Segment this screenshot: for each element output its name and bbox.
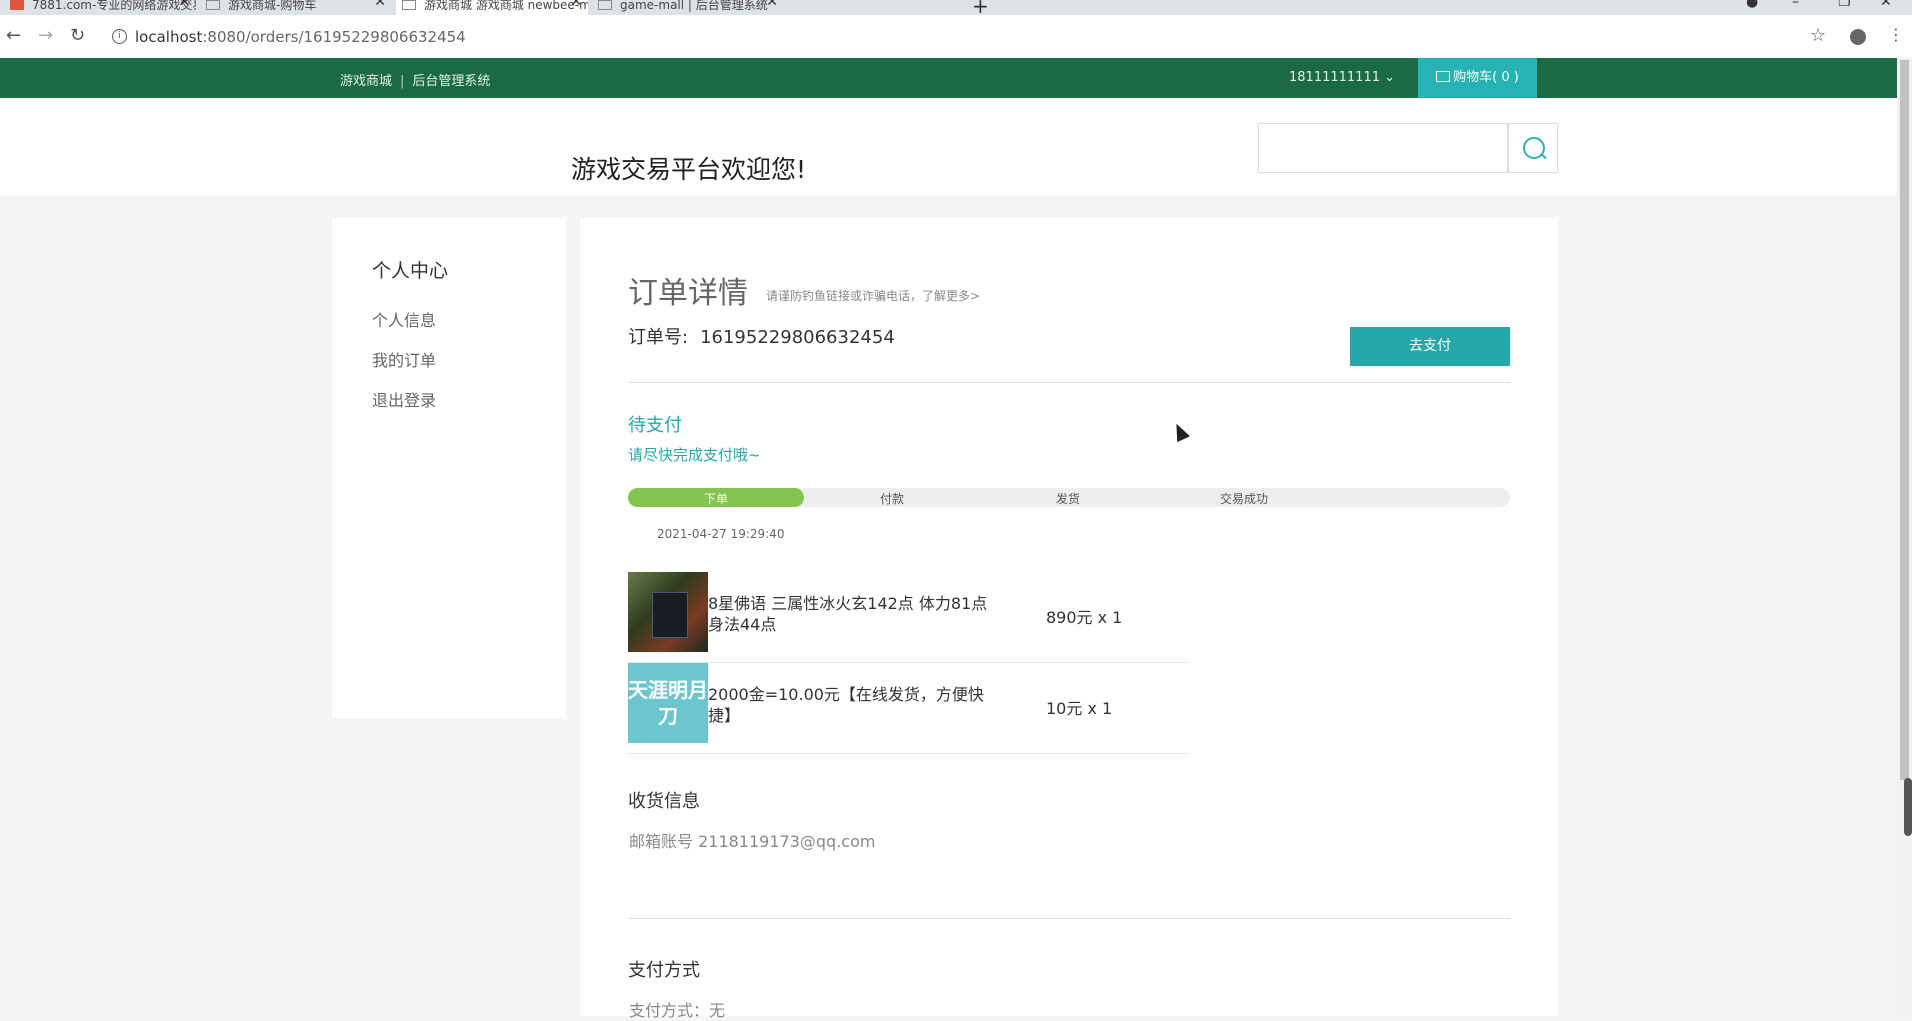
close-tab-icon[interactable]: ✕ bbox=[374, 0, 386, 9]
progress-step-paid: 付款 bbox=[879, 492, 904, 506]
search-icon-handle bbox=[1540, 152, 1547, 160]
url-host: localhost bbox=[135, 28, 203, 46]
order-status-tip: 请尽快完成支付哦~ bbox=[628, 446, 761, 464]
site-topnav: 游戏商城 | 后台管理系统 18111111111 ⌄ 购物车( 0 ) bbox=[0, 58, 1897, 98]
nav-link-mall[interactable]: 游戏商城 bbox=[340, 74, 392, 89]
bookmark-star-icon[interactable]: ☆ bbox=[1810, 25, 1826, 46]
browser-tab[interactable]: 游戏商城-购物车 ✕ bbox=[206, 0, 392, 15]
browser-tab[interactable]: 7881.com-专业的网络游戏交易 ✕ bbox=[10, 0, 196, 15]
reload-icon[interactable]: ↻ bbox=[70, 25, 85, 46]
game-screenshot-art bbox=[652, 592, 688, 638]
progress-step-complete: 交易成功 bbox=[1219, 492, 1268, 506]
user-center-sidebar: 个人中心 个人信息 我的订单 退出登录 bbox=[332, 218, 566, 718]
order-item-row: 8星佛语 三属性冰火玄142点 体力81点 身法44点 890元 x 1 bbox=[628, 572, 1188, 663]
user-account-menu[interactable]: 18111111111 ⌄ bbox=[1289, 70, 1395, 85]
browser-tab-active[interactable]: 游戏商城 游戏商城 newbee-ma ✕ bbox=[396, 0, 588, 15]
tab-title: game-mall | 后台管理系统 bbox=[620, 0, 768, 12]
search-input[interactable] bbox=[1258, 123, 1508, 173]
shipping-info-title: 收货信息 bbox=[628, 791, 700, 812]
order-number-value: 16195229806632454 bbox=[700, 327, 895, 348]
topnav-links: 游戏商城 | 后台管理系统 bbox=[340, 70, 490, 89]
product-name[interactable]: 8星佛语 三属性冰火玄142点 体力81点 身法44点 bbox=[708, 593, 998, 635]
order-number-label: 订单号: bbox=[628, 327, 689, 348]
browser-tab[interactable]: game-mall | 后台管理系统 ✕ bbox=[598, 0, 784, 15]
scrollbar-thumb[interactable] bbox=[1900, 60, 1909, 780]
tab-title: 游戏商城-购物车 bbox=[228, 0, 317, 12]
order-detail-panel: 订单详情 请谨防钓鱼链接或诈骗电话，了解更多> 订单号: 161952298066… bbox=[580, 218, 1558, 1020]
search-button[interactable] bbox=[1508, 123, 1558, 173]
address-bar: ← → ↻ i localhost:8080/orders/1619522980… bbox=[0, 15, 1912, 59]
minimize-icon[interactable]: – bbox=[1792, 0, 1799, 10]
progress-step-shipped: 发货 bbox=[1055, 492, 1080, 506]
tab-title: 游戏商城 游戏商城 newbee-ma bbox=[424, 0, 588, 12]
site-favicon-icon bbox=[206, 0, 220, 10]
pay-button[interactable]: 去支付 bbox=[1350, 327, 1510, 366]
close-tab-icon[interactable]: ✕ bbox=[766, 0, 778, 9]
product-name[interactable]: 2000金=10.00元【在线发货，方便快捷】 bbox=[708, 684, 998, 726]
url-path: :8080/orders/16195229806632454 bbox=[202, 28, 466, 46]
order-progress-bar: 下单 付款 发货 交易成功 bbox=[628, 488, 1510, 507]
site-favicon-icon bbox=[402, 0, 416, 10]
sidebar-item-orders[interactable]: 我的订单 bbox=[372, 347, 436, 371]
order-item-row: 天涯明月刀 2000金=10.00元【在线发货，方便快捷】 10元 x 1 bbox=[628, 663, 1188, 754]
forward-icon[interactable]: → bbox=[38, 25, 53, 46]
order-status: 待支付 bbox=[628, 415, 682, 436]
url-field[interactable]: localhost:8080/orders/16195229806632454 bbox=[135, 28, 466, 46]
tab-title: 7881.com-专业的网络游戏交易 bbox=[32, 0, 196, 12]
page-scrollbar[interactable] bbox=[1897, 58, 1912, 1016]
cart-icon bbox=[1436, 71, 1451, 82]
divider bbox=[628, 918, 1510, 919]
new-tab-icon[interactable]: + bbox=[972, 0, 989, 15]
cart-button[interactable]: 购物车( 0 ) bbox=[1418, 58, 1537, 98]
product-thumbnail[interactable]: 天涯明月刀 bbox=[628, 663, 708, 743]
browser-tabbar: 7881.com-专业的网络游戏交易 ✕ 游戏商城-购物车 ✕ 游戏商城 游戏商… bbox=[0, 0, 1912, 15]
site-favicon-icon bbox=[10, 0, 24, 10]
cart-label: 购物车( 0 ) bbox=[1453, 70, 1519, 85]
side-panel-handle[interactable] bbox=[1904, 778, 1912, 836]
sidebar-item-profile[interactable]: 个人信息 bbox=[372, 307, 436, 331]
close-tab-icon[interactable]: ✕ bbox=[178, 0, 190, 9]
sidebar-item-logout[interactable]: 退出登录 bbox=[372, 387, 436, 411]
site-header bbox=[0, 98, 1897, 196]
shipping-info-email: 邮箱账号 2118119173@qq.com bbox=[629, 832, 876, 851]
close-window-icon[interactable]: ✕ bbox=[1880, 0, 1892, 10]
site-favicon-icon bbox=[598, 0, 612, 10]
progress-step-ordered: 下单 bbox=[703, 492, 728, 506]
sidebar-title: 个人中心 bbox=[372, 260, 449, 282]
profile-avatar-icon[interactable] bbox=[1850, 29, 1866, 45]
restore-icon[interactable]: ❐ bbox=[1838, 0, 1851, 10]
tab-search-icon[interactable]: ● bbox=[1746, 0, 1758, 10]
product-price-qty: 10元 x 1 bbox=[1046, 699, 1113, 718]
back-icon[interactable]: ← bbox=[6, 25, 21, 46]
payment-method-title: 支付方式 bbox=[628, 960, 700, 981]
welcome-title: 游戏交易平台欢迎您! bbox=[571, 155, 807, 184]
nav-separator: | bbox=[400, 74, 405, 89]
divider bbox=[628, 382, 1510, 383]
anti-fraud-notice-link[interactable]: 请谨防钓鱼链接或诈骗电话，了解更多> bbox=[766, 287, 980, 304]
product-thumbnail[interactable] bbox=[628, 572, 708, 652]
close-tab-icon[interactable]: ✕ bbox=[570, 0, 582, 9]
page-title: 订单详情 bbox=[628, 276, 748, 311]
payment-method-value: 支付方式：无 bbox=[629, 1001, 726, 1020]
product-price-qty: 890元 x 1 bbox=[1046, 608, 1123, 627]
order-number: 订单号: 16195229806632454 bbox=[628, 323, 895, 349]
nav-link-admin[interactable]: 后台管理系统 bbox=[412, 74, 490, 89]
browser-menu-icon[interactable]: ⋮ bbox=[1888, 25, 1904, 44]
order-created-time: 2021-04-27 19:29:40 bbox=[657, 527, 785, 541]
site-info-icon[interactable]: i bbox=[112, 29, 127, 44]
